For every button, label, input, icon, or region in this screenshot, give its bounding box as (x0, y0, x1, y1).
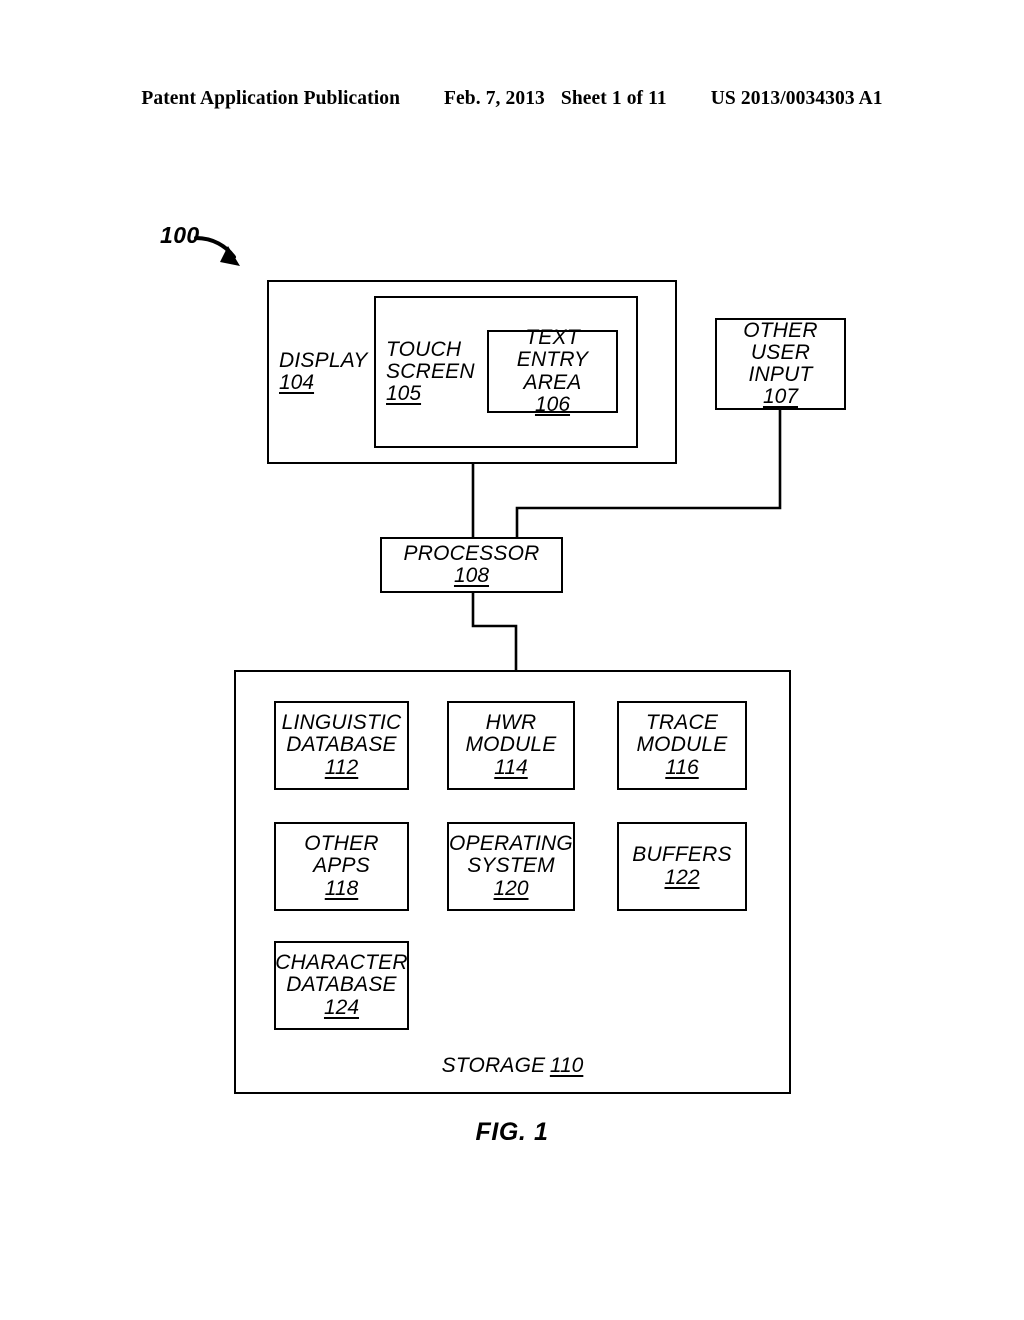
buffers-label: BUFFERS (632, 843, 732, 867)
other-apps-label-group: OTHER APPS 118 (274, 822, 409, 911)
other-user-input-ref: 107 (762, 385, 799, 409)
processor-label: PROCESSOR (403, 541, 540, 565)
hwr-module-label: HWR MODULE (465, 711, 557, 757)
other-user-input-label: OTHER USER INPUT (743, 318, 818, 386)
operating-system-label-group: OPERATING SYSTEM 120 (447, 822, 575, 911)
touch-screen-label: TOUCH SCREEN (386, 337, 475, 383)
hwr-module-ref: 114 (494, 755, 528, 779)
buffers-ref: 122 (664, 865, 700, 889)
storage-label-group: STORAGE 110 (234, 1054, 791, 1077)
other-apps-ref: 118 (324, 876, 359, 900)
display-label: DISPLAY (279, 348, 368, 372)
processor-ref: 108 (453, 564, 490, 587)
storage-ref: 110 (549, 1054, 584, 1077)
trace-module-label: TRACE MODULE (636, 711, 728, 757)
system-callout-100: 100 (160, 222, 200, 248)
touch-screen-ref: 105 (386, 382, 422, 406)
text-entry-area-label-group: TEXT ENTRY AREA 106 (487, 326, 618, 416)
trace-module-label-group: TRACE MODULE 116 (617, 701, 747, 790)
linguistic-database-label-group: LINGUISTIC DATABASE 112 (274, 701, 409, 790)
linguistic-database-ref: 112 (324, 755, 359, 779)
operating-system-ref: 120 (493, 876, 529, 900)
connector-processor-storage (471, 593, 518, 670)
operating-system-label: OPERATING SYSTEM (449, 832, 573, 878)
touch-screen-label-group: TOUCH SCREEN 105 (386, 334, 480, 410)
character-database-label-group: CHARACTER DATABASE 124 (274, 941, 409, 1030)
callout-arrow-100 (194, 236, 240, 266)
hwr-module-label-group: HWR MODULE 114 (447, 701, 575, 790)
processor-label-group: PROCESSOR 108 (380, 537, 563, 593)
display-ref: 104 (279, 371, 315, 394)
other-user-input-label-group: OTHER USER INPUT 107 (715, 318, 846, 410)
trace-module-ref: 116 (665, 755, 699, 779)
character-database-ref: 124 (323, 995, 360, 1019)
display-label-group: DISPLAY 104 (279, 334, 371, 410)
character-database-label: CHARACTER DATABASE (275, 951, 408, 997)
storage-label: STORAGE (441, 1054, 546, 1077)
other-apps-label: OTHER APPS (304, 832, 379, 878)
text-entry-area-ref: 106 (534, 392, 571, 416)
buffers-label-group: BUFFERS 122 (617, 822, 747, 911)
text-entry-area-label: TEXT ENTRY AREA (516, 326, 589, 394)
figure-caption: FIG. 1 (475, 1118, 549, 1146)
linguistic-database-label: LINGUISTIC DATABASE (281, 711, 402, 757)
patent-figure-1: 100 DISPLAY 104 TOUCH SCREEN 105 TEXT EN… (0, 0, 1024, 1320)
